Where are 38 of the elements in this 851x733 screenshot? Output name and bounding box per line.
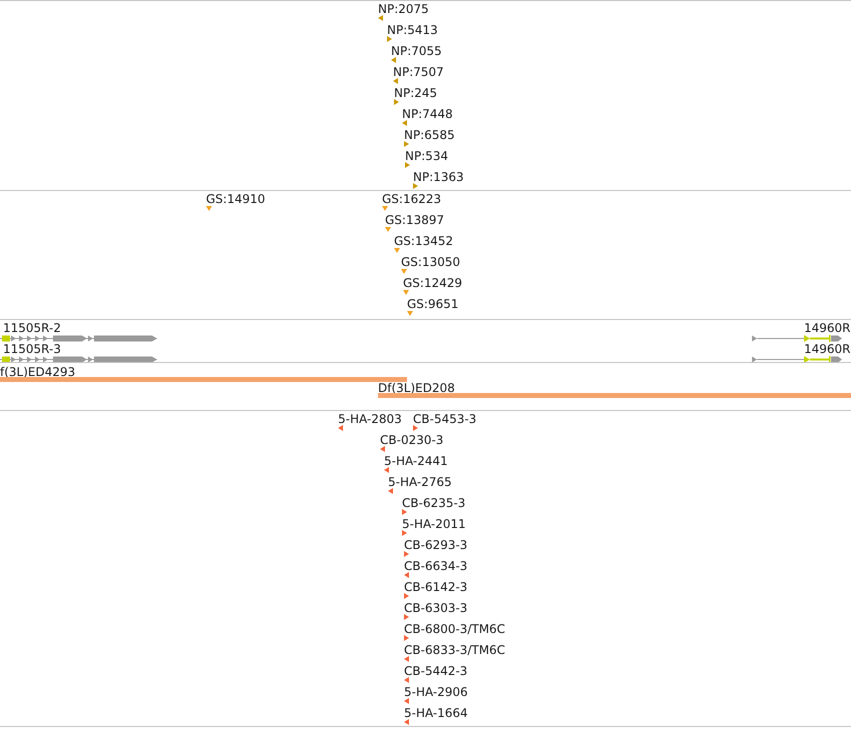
- feature-label: 5-HA-2441: [384, 454, 448, 468]
- feature-label: f(3L)ED4293: [0, 365, 76, 379]
- feature-label: GS:9651: [407, 297, 458, 311]
- feature-label: CB-6800-3/TM6C: [404, 622, 506, 636]
- feature-label: 11505R-3: [3, 342, 61, 356]
- feature-label: NP:2075: [378, 2, 429, 16]
- feature-label: CB-6303-3: [404, 601, 468, 615]
- feature-label: NP:7055: [391, 44, 442, 58]
- feature-label: 5-HA-2803: [338, 412, 402, 426]
- feature-label: NP:245: [394, 86, 438, 100]
- feature-label: CB-6142-3: [404, 580, 468, 594]
- feature-label: CB-5442-3: [404, 664, 468, 678]
- feature-label: GS:14910: [206, 192, 266, 206]
- feature-label: NP:5413: [387, 23, 438, 37]
- feature-label: 14960R: [804, 321, 851, 335]
- feature-label: NP:1363: [413, 170, 464, 184]
- feature-label: GS:13050: [401, 255, 460, 269]
- feature-label: CB-6634-3: [404, 559, 468, 573]
- feature-label: CB-6833-3/TM6C: [404, 643, 506, 657]
- feature-label: GS:12429: [403, 276, 462, 290]
- feature-label: CB-6235-3: [402, 496, 466, 510]
- feature-label: GS:16223: [382, 192, 442, 206]
- feature-label: GS:13897: [385, 213, 444, 227]
- feature-label: 5-HA-1664: [404, 706, 468, 720]
- feature-label: Df(3L)ED208: [378, 381, 455, 395]
- feature-label: CB-0230-3: [380, 433, 444, 447]
- feature-label: NP:534: [405, 149, 448, 163]
- feature-label: NP:6585: [404, 128, 455, 142]
- feature-label: NP:7507: [393, 65, 444, 79]
- feature-label: 11505R-2: [3, 321, 61, 335]
- feature-label: CB-6293-3: [404, 538, 468, 552]
- feature-label: 5-HA-2765: [388, 475, 452, 489]
- feature-label: NP:7448: [402, 107, 453, 121]
- feature-label: CB-5453-3: [413, 412, 476, 426]
- feature-label: 5-HA-2011: [402, 517, 466, 531]
- feature-label: GS:13452: [394, 234, 454, 248]
- feature-label: 14960R: [804, 342, 851, 356]
- feature-label: 5-HA-2906: [404, 685, 468, 699]
